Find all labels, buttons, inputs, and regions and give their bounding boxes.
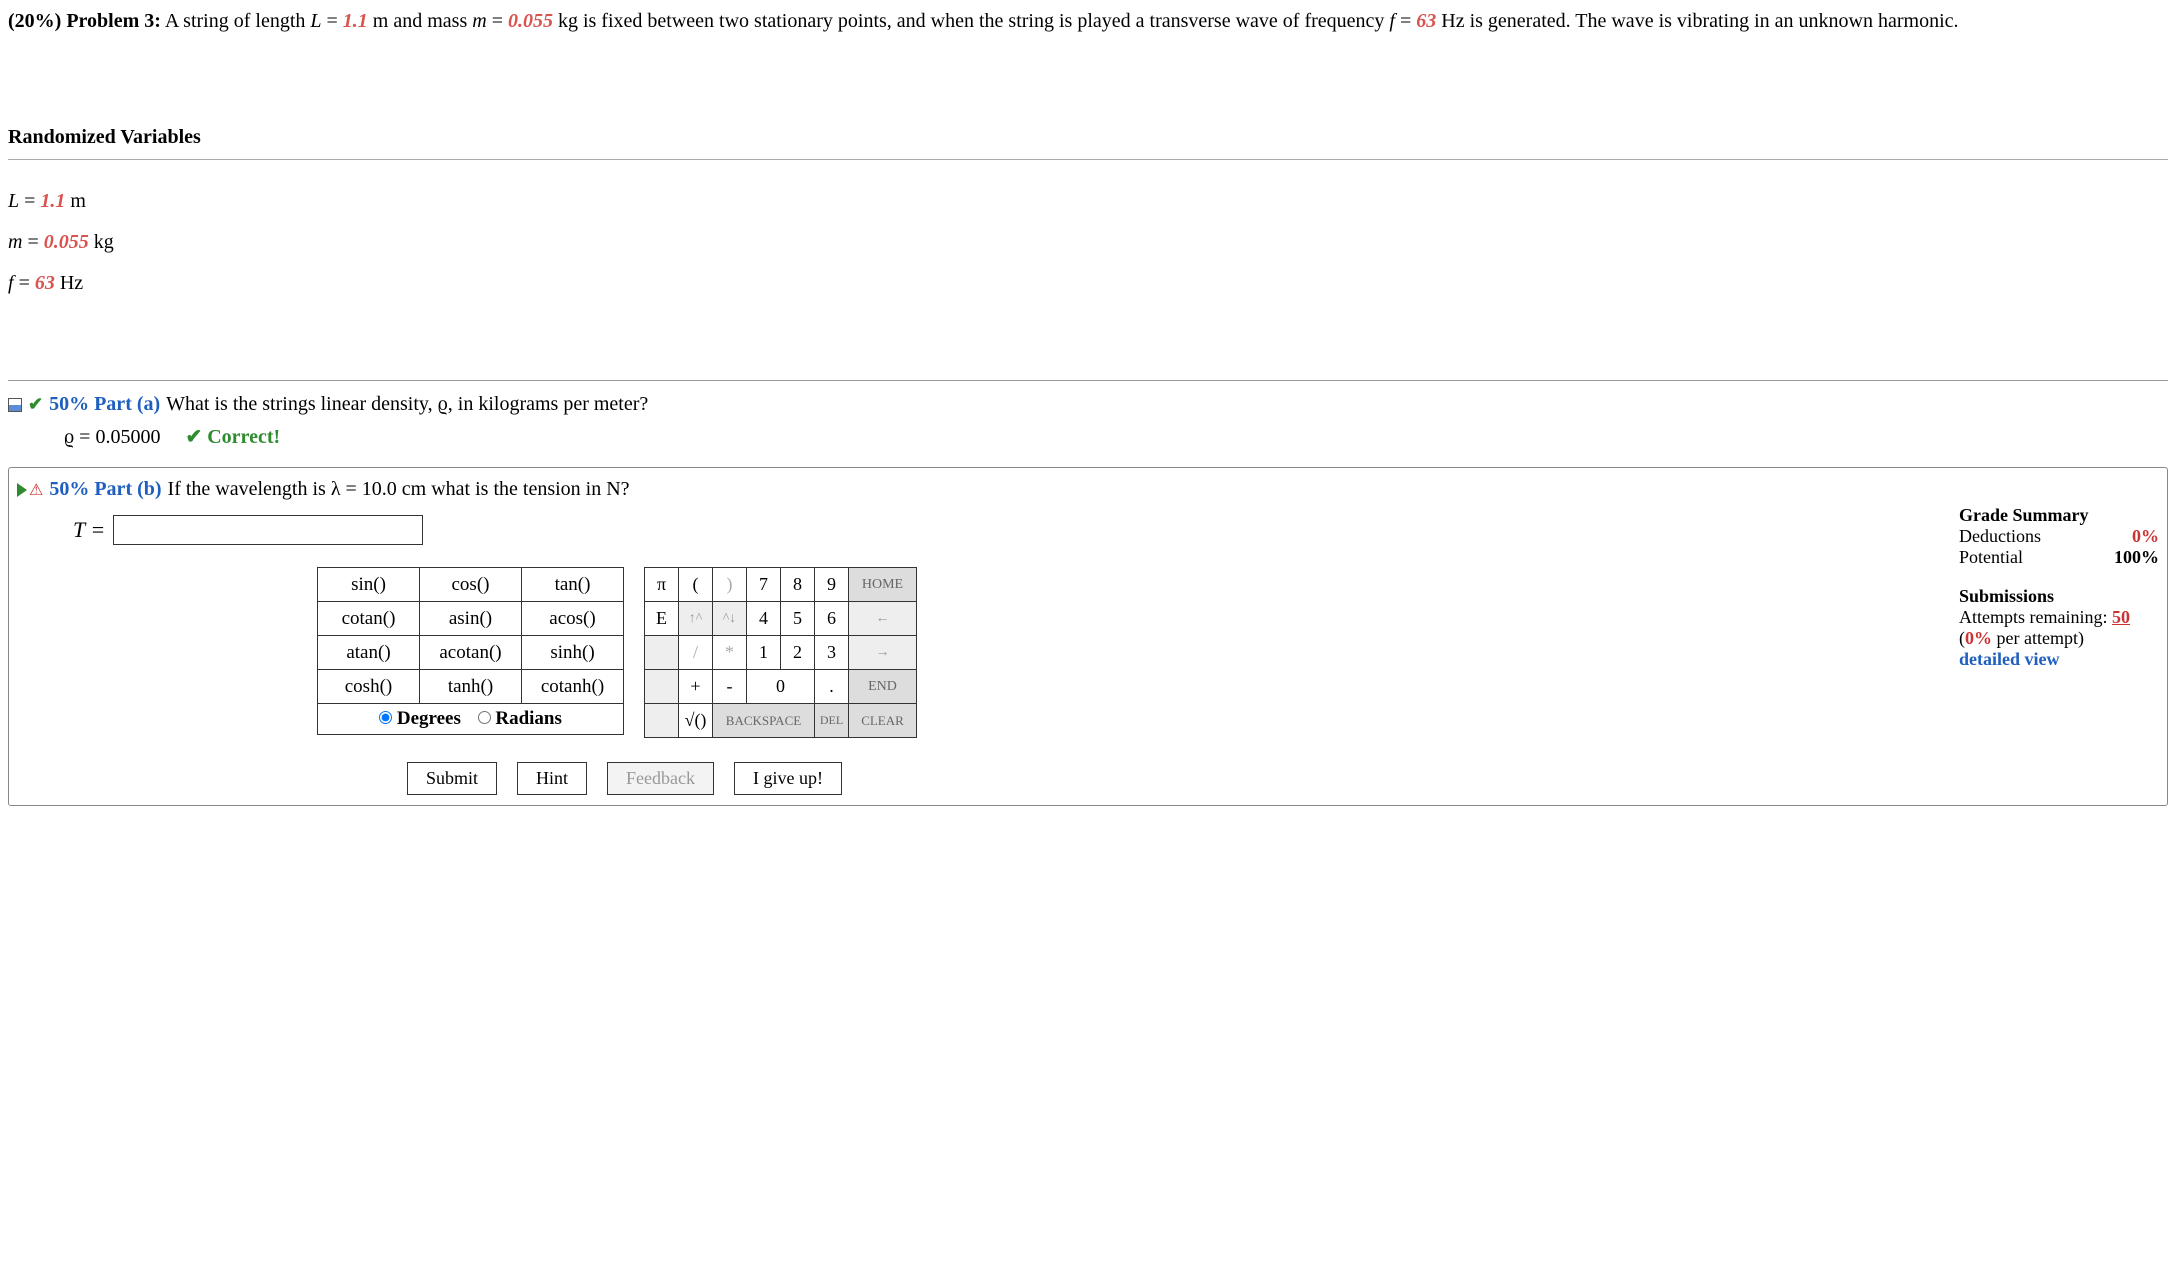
key-2[interactable]: 2 bbox=[781, 636, 815, 670]
key-home[interactable]: HOME bbox=[849, 568, 917, 602]
part-a: ✔ 50% Part (a) What is the strings linea… bbox=[8, 380, 2168, 449]
key-3[interactable]: 3 bbox=[815, 636, 849, 670]
numeric-keypad: π ( ) 7 8 9 HOME E ↑^ ^↓ 4 5 6 bbox=[644, 567, 917, 738]
problem-weight: (20%) Problem 3: bbox=[8, 10, 161, 32]
deductions-value: 0% bbox=[2132, 526, 2159, 547]
key-blank3 bbox=[645, 704, 679, 738]
key-caret-up[interactable]: ↑^ bbox=[679, 602, 713, 636]
key-4[interactable]: 4 bbox=[747, 602, 781, 636]
key-acos[interactable]: acos() bbox=[522, 602, 624, 636]
key-tanh[interactable]: tanh() bbox=[420, 670, 522, 704]
key-atan[interactable]: atan() bbox=[318, 636, 420, 670]
submissions-heading: Submissions bbox=[1959, 586, 2159, 607]
potential-value: 100% bbox=[2114, 547, 2159, 568]
attempts-label: Attempts remaining: bbox=[1959, 607, 2112, 627]
submit-button[interactable]: Submit bbox=[407, 762, 497, 795]
part-b-label: 50% Part (b) bbox=[49, 478, 161, 501]
key-pi[interactable]: π bbox=[645, 568, 679, 602]
penalty-text: per attempt) bbox=[1997, 628, 2084, 648]
key-tan[interactable]: tan() bbox=[522, 568, 624, 602]
key-right[interactable]: → bbox=[849, 636, 917, 670]
potential-label: Potential bbox=[1959, 547, 2023, 568]
randomized-variables-heading: Randomized Variables bbox=[8, 126, 2168, 160]
keypad-area: sin() cos() tan() cotan() asin() acos() … bbox=[17, 567, 1939, 738]
key-acotan[interactable]: acotan() bbox=[420, 636, 522, 670]
deductions-label: Deductions bbox=[1959, 526, 2041, 547]
grade-heading: Grade Summary bbox=[1959, 505, 2159, 526]
part-a-answer-value: ϱ = 0.05000 bbox=[64, 426, 160, 448]
key-0[interactable]: 0 bbox=[747, 670, 815, 704]
key-sin[interactable]: sin() bbox=[318, 568, 420, 602]
part-a-question: What is the strings linear density, ϱ, i… bbox=[166, 393, 648, 416]
key-9[interactable]: 9 bbox=[815, 568, 849, 602]
part-b: ⚠ 50% Part (b) If the wavelength is λ = … bbox=[8, 467, 2168, 806]
key-E[interactable]: E bbox=[645, 602, 679, 636]
collapse-icon[interactable] bbox=[8, 398, 22, 412]
radio-radians[interactable] bbox=[478, 711, 491, 724]
key-dot[interactable]: . bbox=[815, 670, 849, 704]
key-blank1 bbox=[645, 636, 679, 670]
correct-label: ✔ Correct! bbox=[185, 426, 280, 448]
key-blank2 bbox=[645, 670, 679, 704]
rand-var-L: L = 1.1 m bbox=[8, 190, 2168, 213]
detailed-view-link[interactable]: detailed view bbox=[1959, 649, 2159, 670]
key-sinh[interactable]: sinh() bbox=[522, 636, 624, 670]
giveup-button[interactable]: I give up! bbox=[734, 762, 842, 795]
part-a-label: 50% Part (a) bbox=[49, 393, 160, 416]
key-del[interactable]: DEL bbox=[815, 704, 849, 738]
problem-statement: (20%) Problem 3: A string of length L = … bbox=[8, 6, 2168, 36]
key-clear[interactable]: CLEAR bbox=[849, 704, 917, 738]
key-slash[interactable]: / bbox=[679, 636, 713, 670]
check-icon: ✔ bbox=[28, 394, 43, 415]
action-buttons: Submit Hint Feedback I give up! bbox=[17, 762, 1939, 795]
key-end[interactable]: END bbox=[849, 670, 917, 704]
randomized-variables-list: L = 1.1 m m = 0.055 kg f = 63 Hz bbox=[8, 190, 2168, 295]
key-7[interactable]: 7 bbox=[747, 568, 781, 602]
rand-var-f: f = 63 Hz bbox=[8, 272, 2168, 295]
key-plus[interactable]: + bbox=[679, 670, 713, 704]
key-sqrt[interactable]: √() bbox=[679, 704, 713, 738]
feedback-button: Feedback bbox=[607, 762, 714, 795]
key-6[interactable]: 6 bbox=[815, 602, 849, 636]
key-backspace[interactable]: BACKSPACE bbox=[713, 704, 815, 738]
warning-icon: ⚠ bbox=[29, 480, 43, 500]
key-5[interactable]: 5 bbox=[781, 602, 815, 636]
rand-var-m: m = 0.055 kg bbox=[8, 231, 2168, 254]
play-icon[interactable] bbox=[17, 483, 27, 497]
penalty-pct: 0% bbox=[1965, 628, 1992, 648]
radio-degrees[interactable] bbox=[379, 711, 392, 724]
function-keypad: sin() cos() tan() cotan() asin() acos() … bbox=[317, 567, 624, 704]
key-cotan[interactable]: cotan() bbox=[318, 602, 420, 636]
hint-button[interactable]: Hint bbox=[517, 762, 587, 795]
key-rparen[interactable]: ) bbox=[713, 568, 747, 602]
key-cos[interactable]: cos() bbox=[420, 568, 522, 602]
answer-lhs: T = bbox=[73, 517, 105, 543]
key-lparen[interactable]: ( bbox=[679, 568, 713, 602]
angle-mode-row: Degrees Radians bbox=[317, 704, 624, 735]
key-8[interactable]: 8 bbox=[781, 568, 815, 602]
key-cotanh[interactable]: cotanh() bbox=[522, 670, 624, 704]
answer-input[interactable] bbox=[113, 515, 423, 545]
key-cosh[interactable]: cosh() bbox=[318, 670, 420, 704]
attempts-value: 50 bbox=[2112, 607, 2130, 627]
key-left[interactable]: ← bbox=[849, 602, 917, 636]
key-caret-down[interactable]: ^↓ bbox=[713, 602, 747, 636]
grade-summary: Grade Summary Deductions 0% Potential 10… bbox=[1959, 505, 2159, 795]
part-b-question: If the wavelength is λ = 10.0 cm what is… bbox=[168, 478, 630, 501]
key-asin[interactable]: asin() bbox=[420, 602, 522, 636]
key-minus[interactable]: - bbox=[713, 670, 747, 704]
key-1[interactable]: 1 bbox=[747, 636, 781, 670]
key-star[interactable]: * bbox=[713, 636, 747, 670]
